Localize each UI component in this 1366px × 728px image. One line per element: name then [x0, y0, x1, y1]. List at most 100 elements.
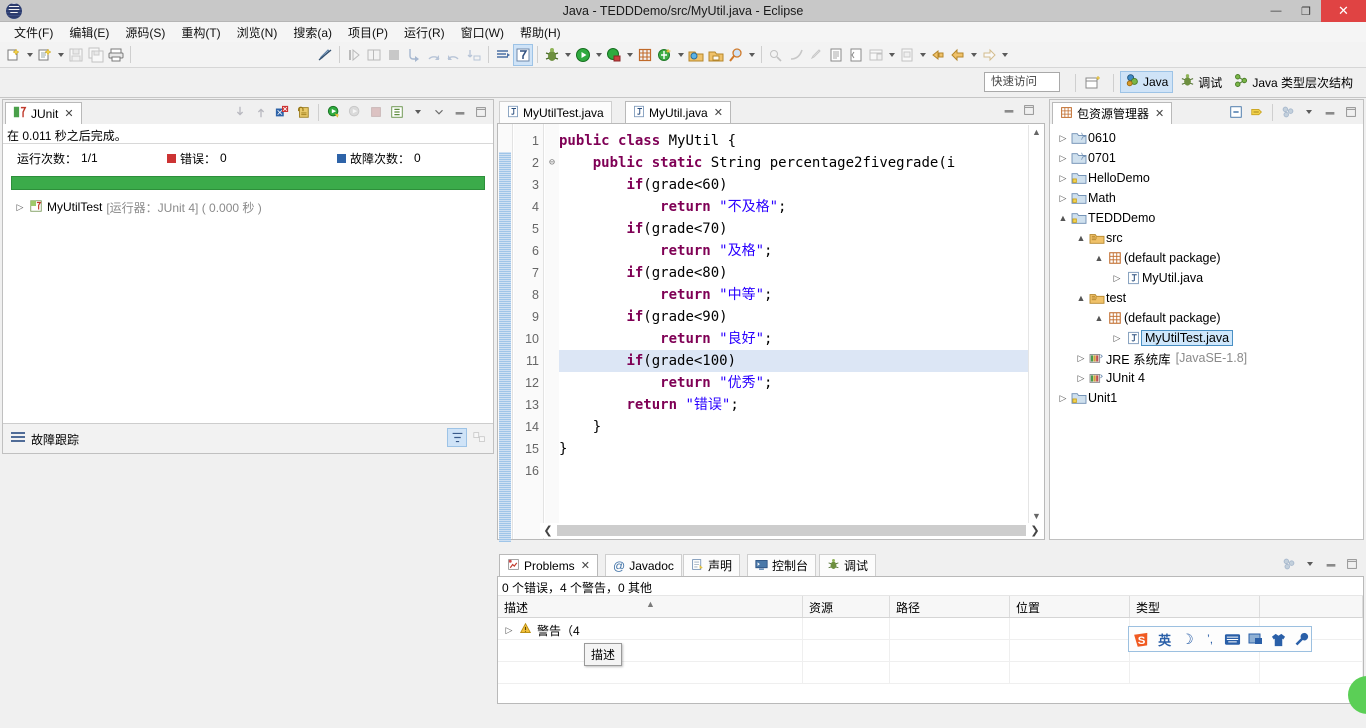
new-wizard-dropdown[interactable] — [24, 44, 35, 66]
search-dropdown[interactable] — [746, 44, 757, 66]
chevron-right-icon[interactable]: ▷ — [1074, 353, 1088, 364]
chevron-down-icon[interactable]: ▲ — [1074, 233, 1088, 243]
sogou-logo-icon[interactable]: S — [1132, 629, 1152, 649]
horizontal-scroll-thumb[interactable] — [557, 525, 1026, 536]
tab-problems-close[interactable]: ✕ — [581, 559, 590, 572]
perspective-debug[interactable]: 调试 — [1175, 71, 1227, 93]
pkg-tree-item[interactable]: ▷ 0701 — [1050, 148, 1363, 168]
skin-icon[interactable] — [1269, 629, 1289, 649]
pkg-tree-item[interactable]: ▲ (default package) — [1050, 248, 1363, 268]
new-wizard-button[interactable] — [4, 44, 24, 66]
external-tools-dropdown[interactable] — [675, 44, 686, 66]
tab-junit[interactable]: JUnit ✕ — [5, 102, 82, 124]
problem-description-cell[interactable]: ▷ 警告（4 — [498, 618, 803, 639]
new-package-button[interactable] — [635, 44, 655, 66]
column-header-path[interactable]: 路径 — [890, 596, 1010, 617]
toggle-breadcrumb-button[interactable] — [493, 44, 513, 66]
pkg-minimize-button[interactable] — [1320, 103, 1340, 122]
code-line[interactable]: return "中等"; — [559, 284, 1018, 306]
scroll-right-arrow-icon[interactable]: ❯ — [1027, 524, 1043, 537]
table-row[interactable] — [498, 662, 1363, 684]
open-task-button[interactable] — [706, 44, 726, 66]
moon-icon[interactable]: ☽ — [1178, 629, 1198, 649]
code-line[interactable]: return "良好"; — [559, 328, 1018, 350]
package-explorer-tree[interactable]: ▷ 0610 ▷ 0701 ▷ HelloDemo ▷ Math ▲ TEDDDemo ▲ src ▲(… — [1050, 124, 1363, 408]
step-return-button[interactable] — [444, 44, 464, 66]
save-button[interactable] — [66, 44, 86, 66]
chevron-right-icon[interactable]: ▷ — [1110, 273, 1124, 284]
tab-myutil-close[interactable]: ✕ — [714, 106, 723, 119]
pkg-tree-item[interactable]: ▲ (default package) — [1050, 308, 1363, 328]
external-tools-button[interactable] — [655, 44, 675, 66]
chevron-down-icon[interactable]: ▲ — [1074, 293, 1088, 303]
filter-stack-trace-button[interactable] — [447, 428, 467, 447]
tab-package-explorer[interactable]: 包资源管理器 ✕ — [1052, 102, 1173, 124]
code-line[interactable]: if(grade<100) — [559, 350, 1018, 372]
junit-minimize-button[interactable] — [429, 103, 449, 122]
menu-file[interactable]: 文件(F) — [6, 22, 61, 43]
junit-result-row[interactable]: ▷ MyUtilTest [运行器：JUnit 4] ( 0.000 秒 ) — [15, 198, 493, 216]
tab-junit-close[interactable]: ✕ — [64, 107, 73, 120]
column-header-description[interactable]: 描述 ▲ — [498, 596, 803, 617]
chevron-right-icon[interactable]: ▷ — [1056, 153, 1070, 164]
tab-package-explorer-close[interactable]: ✕ — [1155, 107, 1164, 120]
maximize-button[interactable]: ❐ — [1291, 0, 1321, 22]
chevron-right-icon[interactable]: ▷ — [1056, 393, 1070, 404]
tab-problems[interactable]: Problems ✕ — [499, 554, 598, 576]
pkg-tree-item[interactable]: ▲ test — [1050, 288, 1363, 308]
rerun-failed-button[interactable] — [345, 103, 365, 122]
show-source-button[interactable] — [846, 44, 866, 66]
chevron-right-icon[interactable]: ▷ — [1074, 373, 1088, 384]
menu-run[interactable]: 运行(R) — [396, 22, 453, 43]
problems-maximize-button[interactable] — [1342, 555, 1362, 574]
show-whitespace-button[interactable] — [826, 44, 846, 66]
tab-debug[interactable]: 调试 — [819, 554, 877, 576]
forward-button[interactable] — [979, 44, 999, 66]
code-line[interactable]: return "及格"; — [559, 240, 1018, 262]
back-dropdown[interactable] — [968, 44, 979, 66]
tab-declaration[interactable]: 声明 — [683, 554, 741, 576]
compare-result-button[interactable] — [469, 428, 489, 447]
lock-scroll-button[interactable] — [293, 103, 313, 122]
toggle-markers-button[interactable] — [315, 44, 335, 66]
pkg-tree-item[interactable]: ▷ HelloDemo — [1050, 168, 1363, 188]
pkg-tree-item[interactable]: ▷ 0610 — [1050, 128, 1363, 148]
last-edit-location-button[interactable] — [806, 44, 826, 66]
menu-search[interactable]: 搜索(a) — [285, 22, 340, 43]
sogou-ime-toolbar[interactable]: S 英 ☽ ’, — [1128, 626, 1312, 652]
minimize-button[interactable]: — — [1261, 0, 1291, 22]
previous-failure-button[interactable] — [251, 103, 271, 122]
code-line[interactable]: if(grade<60) — [559, 174, 1018, 196]
code-line[interactable]: return "优秀"; — [559, 372, 1018, 394]
chevron-down-icon[interactable]: ▲ — [1056, 213, 1070, 223]
restore-layout-button[interactable] — [866, 44, 886, 66]
code-line[interactable]: if(grade<80) — [559, 262, 1018, 284]
code-line[interactable]: public static String percentage2fivegrad… — [559, 152, 1018, 174]
next-failure-button[interactable] — [230, 103, 250, 122]
column-header-type[interactable]: 类型 — [1130, 596, 1260, 617]
perspective-type-hierarchy[interactable]: Java 类型层次结构 — [1229, 71, 1358, 93]
chevron-right-icon[interactable]: ▷ — [15, 202, 25, 213]
pkg-tree-item[interactable]: ▲ TEDDDemo — [1050, 208, 1363, 228]
keyboard-icon[interactable] — [1223, 629, 1243, 649]
terminate-button[interactable] — [384, 44, 404, 66]
rerun-test-button[interactable] — [324, 103, 344, 122]
coverage-dropdown[interactable] — [624, 44, 635, 66]
print-button[interactable] — [106, 44, 126, 66]
fold-marker-icon[interactable]: ⊖ — [545, 152, 559, 174]
view-menu-button[interactable] — [1278, 103, 1298, 122]
chevron-down-icon[interactable]: ▲ — [1092, 253, 1106, 263]
tab-javadoc[interactable]: @ Javadoc — [605, 554, 682, 576]
chevron-right-icon[interactable]: ▷ — [1056, 193, 1070, 204]
code-line[interactable]: } — [559, 438, 1018, 460]
problems-filter-button[interactable] — [1279, 555, 1299, 574]
editor-code-area[interactable]: public class MyUtil { public static Stri… — [559, 124, 1018, 539]
open-perspective-icon[interactable] — [1084, 74, 1104, 92]
column-header-location[interactable]: 位置 — [1010, 596, 1130, 617]
junit-maximize-button[interactable] — [471, 103, 491, 122]
menu-source[interactable]: 源码(S) — [117, 22, 173, 43]
test-runner-menu-button[interactable] — [387, 103, 407, 122]
new-junit-test-button[interactable] — [513, 43, 533, 66]
back-button[interactable] — [948, 44, 968, 66]
pin-editor-button[interactable] — [897, 44, 917, 66]
